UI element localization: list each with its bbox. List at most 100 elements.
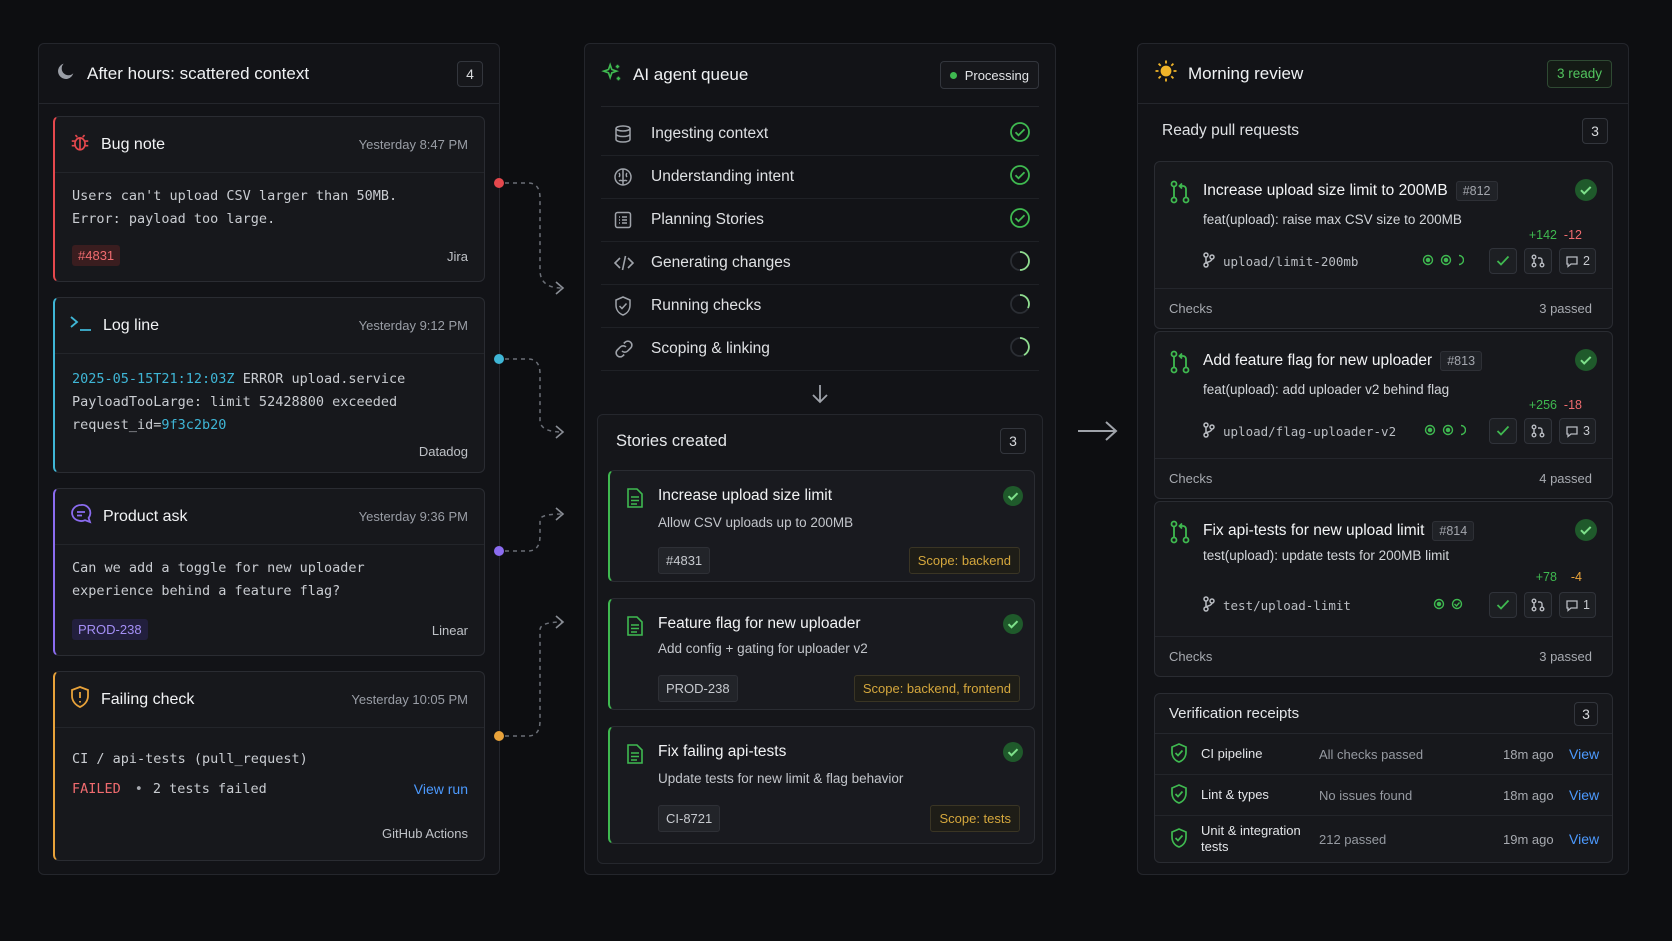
- receipt-status: No issues found: [1319, 787, 1413, 803]
- processing-status: Processing: [939, 61, 1039, 89]
- branch-icon: [1203, 596, 1215, 615]
- step-label: Scoping & linking: [651, 340, 770, 357]
- view-link[interactable]: View: [1569, 787, 1599, 803]
- story-description: Allow CSV uploads up to 200MB: [658, 515, 854, 530]
- check-status-icons: [1422, 254, 1465, 269]
- status-label: Processing: [964, 67, 1029, 83]
- story-scope: Scope: backend, frontend: [853, 675, 1020, 702]
- stories-count: 3: [1000, 428, 1026, 454]
- view-link[interactable]: View: [1569, 831, 1599, 847]
- stories-title: Stories created: [616, 431, 727, 450]
- view-run-link[interactable]: View run: [414, 774, 468, 804]
- ticket-tag[interactable]: #4831: [72, 245, 121, 266]
- bug-icon: [69, 131, 91, 158]
- step-ingesting-context: Ingesting context: [601, 113, 1039, 156]
- check-badge-icon: [1002, 741, 1024, 768]
- connector-lines: [505, 182, 565, 737]
- source-card-log-line[interactable]: Log line Yesterday 9:12 PM 2025-05-15T21…: [53, 297, 485, 473]
- pr-number[interactable]: #812: [1455, 181, 1498, 201]
- pull-request-icon: [1169, 180, 1191, 209]
- log-line: request_id=9f3c2b20: [72, 414, 468, 437]
- source-label: GitHub Actions: [382, 826, 468, 841]
- branch-icon: [1203, 252, 1215, 271]
- brain-icon: [613, 167, 639, 187]
- link-icon: [613, 338, 639, 360]
- code-icon: [613, 253, 639, 273]
- step-label: Ingesting context: [651, 125, 769, 142]
- database-icon: [613, 124, 639, 144]
- merge-button[interactable]: [1524, 248, 1553, 274]
- panel-title: After hours: scattered context: [87, 63, 310, 83]
- body-line: experience behind a feature flag?: [72, 583, 341, 599]
- source-card-failing-check[interactable]: Failing check Yesterday 10:05 PM CI / ap…: [53, 671, 485, 861]
- pull-requests-header: Ready pull requests 3: [1162, 118, 1614, 144]
- receipt-name: Unit & integration tests: [1201, 823, 1301, 854]
- approve-button[interactable]: [1489, 592, 1518, 618]
- checks-row: Checks 3 passed: [1155, 288, 1612, 328]
- terminal-icon: [69, 313, 93, 338]
- document-icon: [626, 487, 644, 514]
- merge-button[interactable]: [1524, 592, 1553, 618]
- approve-button[interactable]: [1489, 248, 1518, 274]
- warning-shield-icon: [69, 685, 91, 714]
- agent-queue-panel: AI agent queue Processing Ingesting cont…: [584, 43, 1056, 875]
- story-card[interactable]: Increase upload size limit Allow CSV upl…: [608, 470, 1035, 582]
- pr-actions: 3: [1489, 418, 1596, 444]
- receipt-time: 19m ago: [1503, 831, 1554, 847]
- branch: upload/limit-200mb: [1203, 252, 1465, 271]
- document-icon: [626, 743, 644, 770]
- card-title: Bug note: [101, 135, 166, 153]
- merge-button[interactable]: [1524, 418, 1553, 444]
- check-badge-icon: [1574, 348, 1598, 377]
- card-body: Users can't upload CSV larger than 50MB.…: [55, 173, 484, 231]
- step-running-checks: Running checks: [601, 285, 1039, 328]
- checks-result: 3 passed: [1539, 301, 1592, 316]
- comments-button[interactable]: 1: [1559, 592, 1596, 618]
- story-scope: Scope: tests: [930, 805, 1020, 832]
- receipt-name: CI pipeline: [1201, 746, 1263, 761]
- card-body: 2025-05-15T21:12:03Z ERROR upload.servic…: [55, 354, 484, 437]
- checks-row: Checks 4 passed: [1155, 458, 1612, 498]
- source-card-bug-note[interactable]: Bug note Yesterday 8:47 PM Users can't u…: [53, 116, 485, 282]
- story-card[interactable]: Fix failing api-tests Update tests for n…: [608, 726, 1035, 844]
- story-id[interactable]: #4831: [658, 547, 711, 574]
- step-label: Planning Stories: [651, 211, 764, 228]
- after-hours-panel: After hours: scattered context 4 Bug not…: [38, 43, 500, 875]
- check-badge-icon: [1002, 613, 1024, 640]
- source-card-product-ask[interactable]: Product ask Yesterday 9:36 PM Can we add…: [53, 488, 485, 656]
- pull-request-card[interactable]: Add feature flag for new uploader #813 fe…: [1154, 331, 1613, 499]
- story-description: Add config + gating for uploader v2: [658, 641, 868, 656]
- comments-button[interactable]: 3: [1559, 418, 1596, 444]
- pull-request-card[interactable]: Increase upload size limit to 200MB #812 …: [1154, 161, 1613, 329]
- approve-button[interactable]: [1489, 418, 1518, 444]
- spinner-icon: [1009, 250, 1031, 277]
- view-link[interactable]: View: [1569, 746, 1599, 762]
- timestamp: Yesterday 8:47 PM: [358, 137, 468, 152]
- pull-request-card[interactable]: Fix api-tests for new upload limit #814 t…: [1154, 501, 1613, 677]
- receipt-row: Lint & types No issues found 18m ago Vie…: [1155, 775, 1612, 816]
- receipts-header: Verification receipts 3: [1155, 694, 1612, 734]
- check-status-icons: [1433, 598, 1463, 613]
- source-label: Linear: [431, 623, 468, 638]
- story-card[interactable]: Feature flag for new uploader Add config…: [608, 598, 1035, 710]
- failed-label: FAILED: [72, 781, 121, 797]
- log-text: ERROR upload.service: [234, 371, 406, 387]
- pr-number[interactable]: #813: [1440, 351, 1483, 371]
- card-title: Product ask: [103, 507, 188, 525]
- ticket-tag[interactable]: PROD-238: [72, 619, 148, 640]
- comments-button[interactable]: 2: [1559, 248, 1596, 274]
- prs-title: Ready pull requests: [1162, 122, 1299, 139]
- moon-icon: [55, 60, 77, 87]
- panel-header: After hours: scattered context 4: [39, 44, 499, 104]
- separator: •: [134, 781, 143, 797]
- timestamp: Yesterday 9:12 PM: [358, 318, 468, 333]
- story-id[interactable]: CI-8721: [658, 805, 721, 832]
- checks-result: 4 passed: [1539, 471, 1592, 486]
- pr-title-text: Add feature flag for new uploader: [1203, 352, 1433, 369]
- additions: +78: [1535, 570, 1557, 584]
- log-key: request_id=: [72, 417, 162, 433]
- story-id[interactable]: PROD-238: [658, 675, 738, 702]
- pr-number[interactable]: #814: [1432, 521, 1475, 541]
- card-header: Bug note Yesterday 8:47 PM: [55, 117, 484, 173]
- story-title: Increase upload size limit: [658, 487, 833, 504]
